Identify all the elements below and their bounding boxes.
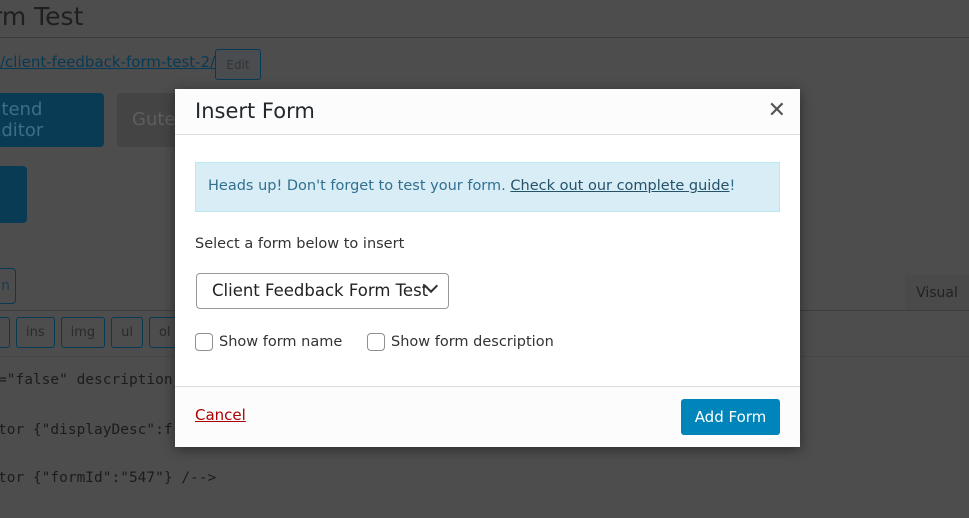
- show-form-name-checkbox[interactable]: Show form name: [195, 333, 342, 351]
- quicktag-ul[interactable]: ul: [111, 317, 144, 348]
- checkbox-label: Show form name: [219, 334, 343, 350]
- checkbox-label: Show form description: [391, 334, 554, 350]
- modal-footer: Cancel Add Form: [175, 386, 800, 447]
- frontend-editor-button[interactable]: ntend Editor: [0, 93, 104, 147]
- divider: [0, 37, 969, 38]
- close-icon[interactable]: ✕: [768, 98, 786, 123]
- frontend-editor-label: ntend Editor: [0, 99, 44, 141]
- notice-text: Heads up! Don't forget to test your form…: [208, 178, 511, 194]
- code-line: tor {"displayDesc":f: [0, 422, 173, 438]
- modal-title: Insert Form: [195, 99, 315, 123]
- notice-end: !: [729, 178, 736, 194]
- tab-visual[interactable]: Visual: [905, 275, 969, 311]
- checkbox-box[interactable]: [367, 333, 385, 351]
- quicktag-button[interactable]: [0, 317, 10, 348]
- add-form-media-button[interactable]: [0, 166, 27, 223]
- notice-banner: Heads up! Don't forget to test your form…: [195, 162, 780, 212]
- add-form-button[interactable]: Add Form: [681, 399, 780, 435]
- modal-header: Insert Form ✕: [175, 89, 800, 135]
- page-title: rm Test: [0, 2, 84, 31]
- cancel-link[interactable]: Cancel: [195, 406, 246, 424]
- toolbar-button[interactable]: n: [0, 268, 16, 304]
- quicktags-toolbar: ins img ul ol: [0, 317, 181, 348]
- select-label: Select a form below to insert: [195, 236, 405, 252]
- selected-form: Client Feedback Form Test: [212, 281, 429, 300]
- quicktag-ins[interactable]: ins: [16, 317, 55, 348]
- quicktag-img[interactable]: img: [60, 317, 106, 348]
- permalink-link[interactable]: /client-feedback-form-test-2/: [0, 53, 215, 71]
- insert-form-modal: Insert Form ✕ Heads up! Don't forget to …: [175, 89, 800, 447]
- guide-link[interactable]: Check out our complete guide: [510, 178, 729, 194]
- code-line: ="false" description: [0, 372, 173, 388]
- code-line: tor {"formId":"547"} /-->: [0, 470, 217, 486]
- edit-permalink-button[interactable]: Edit: [215, 49, 261, 80]
- checkbox-box[interactable]: [195, 333, 213, 351]
- show-form-description-checkbox[interactable]: Show form description: [367, 333, 554, 351]
- form-select[interactable]: Client Feedback Form Test: [196, 273, 449, 309]
